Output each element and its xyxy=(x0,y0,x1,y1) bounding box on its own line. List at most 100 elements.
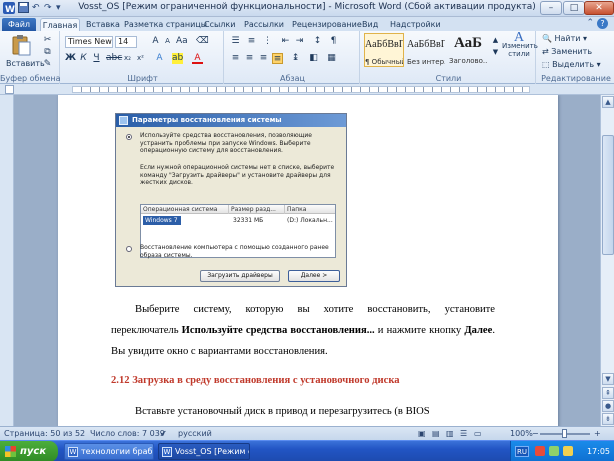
style-no-spacing[interactable]: АаБбВвГг, Без интер... xyxy=(406,33,446,67)
align-right-icon[interactable]: ≡ xyxy=(258,53,269,64)
tab-selector[interactable] xyxy=(5,85,14,94)
dialog-option2-text: Восстановление компьютера с помощью созд… xyxy=(140,244,329,259)
tab-view[interactable]: Вид xyxy=(362,18,378,31)
style-normal[interactable]: АаБбВвГг, ¶ Обычный xyxy=(364,33,404,67)
network-icon[interactable] xyxy=(549,446,559,456)
tab-review[interactable]: Рецензирование xyxy=(292,18,362,31)
view-full-screen-icon[interactable]: ▤ xyxy=(432,427,440,441)
para1-bold-option: Используйте средства восстановления... xyxy=(181,325,375,336)
task-item-1[interactable]: W технологии браб... xyxy=(64,443,154,460)
document-page[interactable]: Параметры восстановления системы Использ… xyxy=(58,95,558,426)
superscript-icon[interactable]: x² xyxy=(135,53,146,64)
italic-icon[interactable]: К xyxy=(78,53,89,64)
view-web-icon[interactable]: ▥ xyxy=(446,427,454,441)
font-size-combo[interactable]: 14 xyxy=(115,36,137,48)
group-label-clipboard: Буфер обмена xyxy=(0,74,61,83)
horizontal-ruler[interactable] xyxy=(0,84,614,95)
show-marks-icon[interactable]: ¶ xyxy=(328,36,339,47)
find-button[interactable]: 🔍 Найти ▾ xyxy=(542,34,587,44)
multilevel-list-icon[interactable]: ⋮ xyxy=(262,36,273,47)
subscript-icon[interactable]: x₂ xyxy=(122,53,133,64)
change-styles-button[interactable]: A Изменить стили xyxy=(502,31,538,59)
view-draft-icon[interactable]: ▭ xyxy=(474,427,482,441)
word-count[interactable]: Число слов: 7 039 xyxy=(90,427,165,441)
volume-icon[interactable] xyxy=(563,446,573,456)
paste-button[interactable]: Вставить xyxy=(6,34,45,69)
clock[interactable]: 17:05 xyxy=(587,441,610,461)
borders-icon[interactable]: ▦ xyxy=(326,53,337,64)
tab-insert[interactable]: Вставка xyxy=(86,18,120,31)
tab-mailings[interactable]: Рассылки xyxy=(244,18,284,31)
paste-label: Вставить xyxy=(6,59,45,68)
shrink-font-icon[interactable]: A xyxy=(162,36,173,47)
highlight-icon[interactable]: ab xyxy=(172,53,183,64)
scroll-thumb[interactable] xyxy=(602,135,614,255)
zoom-in-icon[interactable]: + xyxy=(594,427,601,441)
start-button[interactable]: пуск xyxy=(0,441,58,461)
proofing-icon[interactable]: ✔ xyxy=(160,427,167,441)
maximize-button[interactable]: □ xyxy=(563,1,585,15)
strikethrough-icon[interactable]: abc xyxy=(106,53,122,64)
minimize-button[interactable]: – xyxy=(540,1,562,15)
bold-icon[interactable]: Ж xyxy=(65,53,76,64)
prev-page-icon[interactable]: ⇞ xyxy=(602,387,614,399)
page-count[interactable]: Страница: 50 из 52 xyxy=(4,427,85,441)
language-indicator[interactable]: русский xyxy=(178,427,212,441)
replace-label: Заменить xyxy=(551,47,593,56)
antivirus-icon[interactable] xyxy=(535,446,545,456)
browse-object-icon[interactable]: ● xyxy=(602,400,614,412)
vertical-ruler[interactable] xyxy=(0,95,14,426)
grow-font-icon[interactable]: A xyxy=(150,36,161,47)
cut-icon[interactable]: ✂ xyxy=(42,35,53,46)
tab-references[interactable]: Ссылки xyxy=(204,18,235,31)
ribbon-collapse-icon[interactable]: ⌃ xyxy=(586,18,594,28)
change-styles-label: Изменить стили xyxy=(502,42,538,58)
task-item-1-label: технологии браб... xyxy=(81,447,154,456)
styles-scroll-down-icon[interactable]: ▼ xyxy=(490,47,501,58)
copy-icon[interactable]: ⧉ xyxy=(42,47,53,58)
scroll-down-icon[interactable]: ▼ xyxy=(602,373,614,385)
view-outline-icon[interactable]: ☰ xyxy=(460,427,467,441)
increase-indent-icon[interactable]: ⇥ xyxy=(294,36,305,47)
text-effects-icon[interactable]: A xyxy=(154,53,165,64)
underline-icon[interactable]: Ч xyxy=(91,53,102,64)
windows-logo-icon xyxy=(5,446,16,457)
align-left-icon[interactable]: ≡ xyxy=(230,53,241,64)
bullets-icon[interactable]: ☰ xyxy=(230,36,241,47)
select-button[interactable]: ⬚ Выделить ▾ xyxy=(542,60,601,70)
tab-page-layout[interactable]: Разметка страницы xyxy=(124,18,207,31)
tab-file[interactable]: Файл xyxy=(2,18,36,31)
format-painter-icon[interactable]: ✎ xyxy=(42,59,53,70)
tab-home[interactable]: Главная xyxy=(40,18,80,31)
zoom-level[interactable]: 100% xyxy=(510,427,533,441)
tab-addins[interactable]: Надстройки xyxy=(390,18,441,31)
replace-button[interactable]: ⇄ Заменить xyxy=(542,47,592,57)
task-item-2[interactable]: W Vosst_OS [Режим о... xyxy=(158,443,250,460)
zoom-slider-knob[interactable] xyxy=(562,429,567,438)
font-color-icon[interactable]: A xyxy=(192,53,203,64)
styles-scroll-up-icon[interactable]: ▲ xyxy=(490,35,501,46)
style-normal-sample: АаБбВвГг, xyxy=(365,39,403,50)
shading-icon[interactable]: ◧ xyxy=(308,53,319,64)
help-icon[interactable]: ? xyxy=(597,18,608,29)
zoom-out-icon[interactable]: − xyxy=(532,427,539,441)
sort-icon[interactable]: ↕ xyxy=(312,36,323,47)
clear-formatting-icon[interactable]: ⌫ xyxy=(196,36,209,47)
justify-icon[interactable]: ≡ xyxy=(272,53,283,64)
font-name-combo[interactable]: Times New Ro xyxy=(65,36,113,48)
vertical-scrollbar[interactable]: ▲ ▼ ⇞ ● ⇟ xyxy=(600,95,614,426)
next-page-icon[interactable]: ⇟ xyxy=(602,413,614,425)
line-spacing-icon[interactable]: ↨ xyxy=(290,53,301,64)
style-heading1[interactable]: АаБ Заголово... xyxy=(448,33,488,67)
decrease-indent-icon[interactable]: ⇤ xyxy=(280,36,291,47)
close-button[interactable]: ✕ xyxy=(584,1,614,15)
language-bar[interactable]: RU xyxy=(515,446,529,457)
replace-icon: ⇄ xyxy=(542,47,549,56)
para1-bold-next: Далее xyxy=(464,325,493,336)
numbering-icon[interactable]: ≡ xyxy=(246,36,257,47)
align-center-icon[interactable]: ≡ xyxy=(244,53,255,64)
dialog-title-bar: Параметры восстановления системы xyxy=(116,114,346,127)
scroll-up-icon[interactable]: ▲ xyxy=(602,96,614,108)
view-print-layout-icon[interactable]: ▣ xyxy=(418,427,426,441)
change-case-icon[interactable]: Aa xyxy=(176,36,188,47)
